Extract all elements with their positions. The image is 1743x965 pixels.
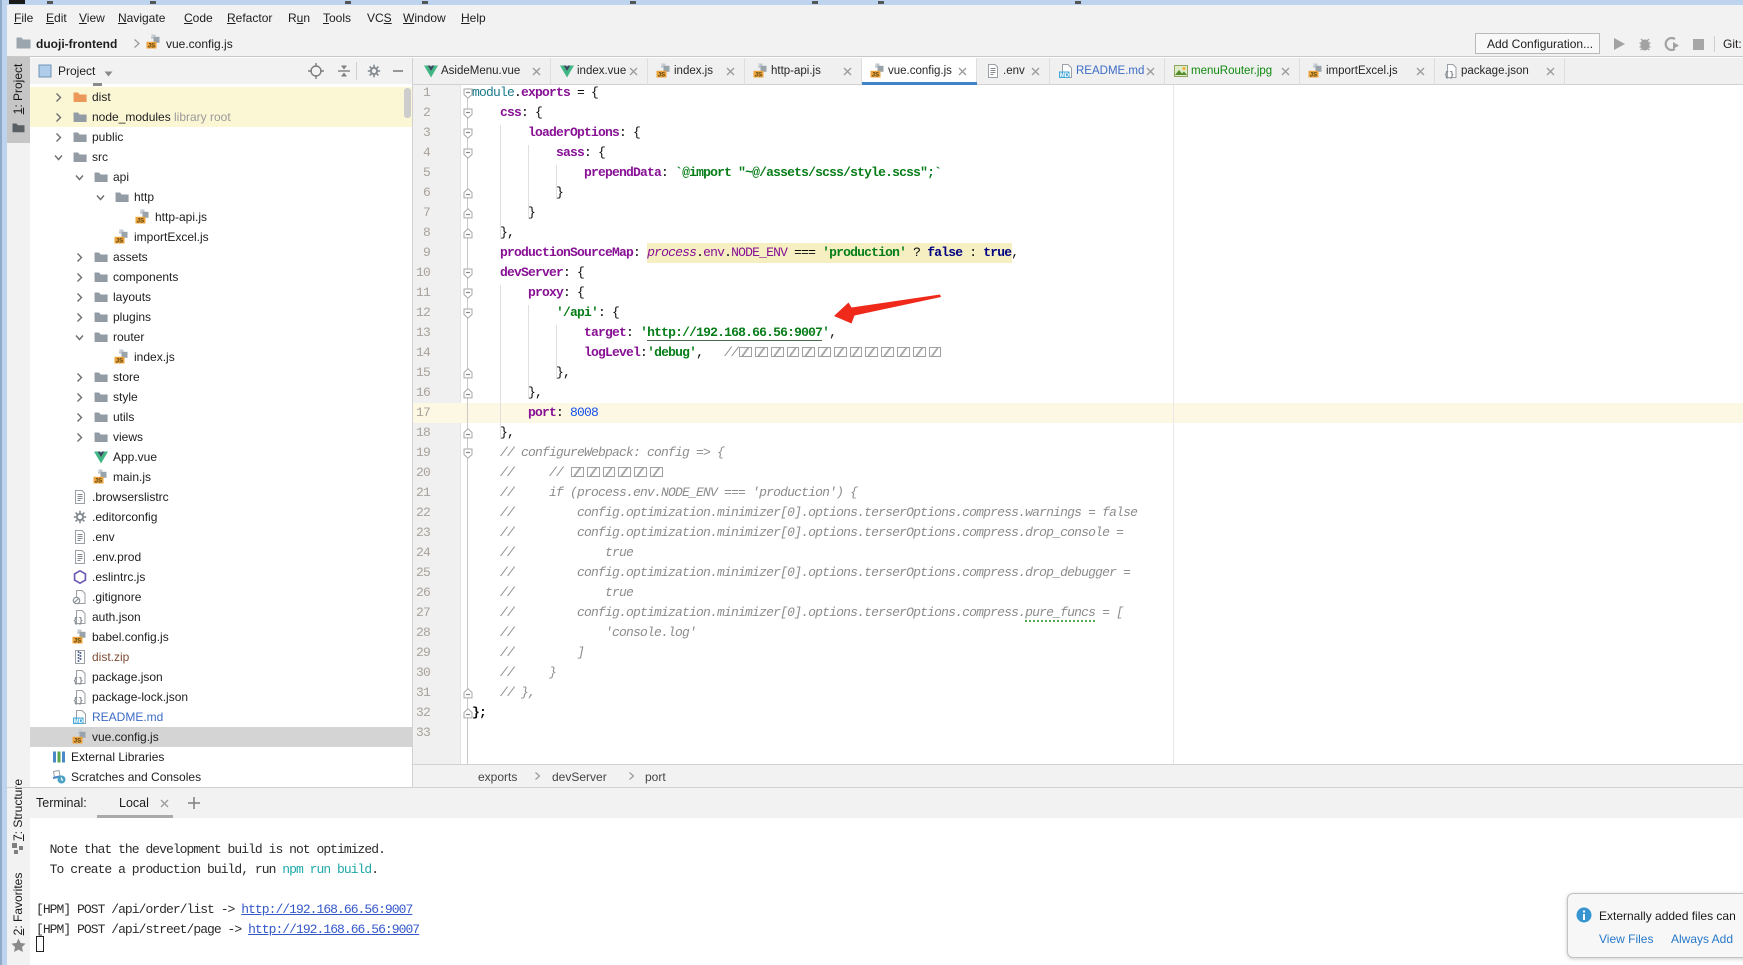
svg-text:JS: JS: [137, 218, 144, 224]
svg-text:JS: JS: [148, 43, 155, 49]
svg-text:JS: JS: [1310, 72, 1317, 78]
svg-text:JS: JS: [95, 478, 102, 484]
svg-text:MD: MD: [74, 719, 84, 725]
svg-text:JS: JS: [116, 358, 123, 364]
svg-text:{}: {}: [1444, 70, 1454, 79]
svg-text:JS: JS: [74, 738, 81, 744]
svg-text:{}: {}: [73, 676, 83, 685]
svg-text:JS: JS: [658, 72, 665, 78]
svg-text:JS: JS: [74, 638, 81, 644]
svg-text:JS: JS: [116, 238, 123, 244]
svg-text:{}: {}: [73, 616, 83, 625]
svg-text:MD: MD: [1060, 73, 1070, 79]
svg-text:{}: {}: [73, 696, 83, 705]
svg-text:JS: JS: [755, 72, 762, 78]
svg-text:JS: JS: [872, 72, 879, 78]
